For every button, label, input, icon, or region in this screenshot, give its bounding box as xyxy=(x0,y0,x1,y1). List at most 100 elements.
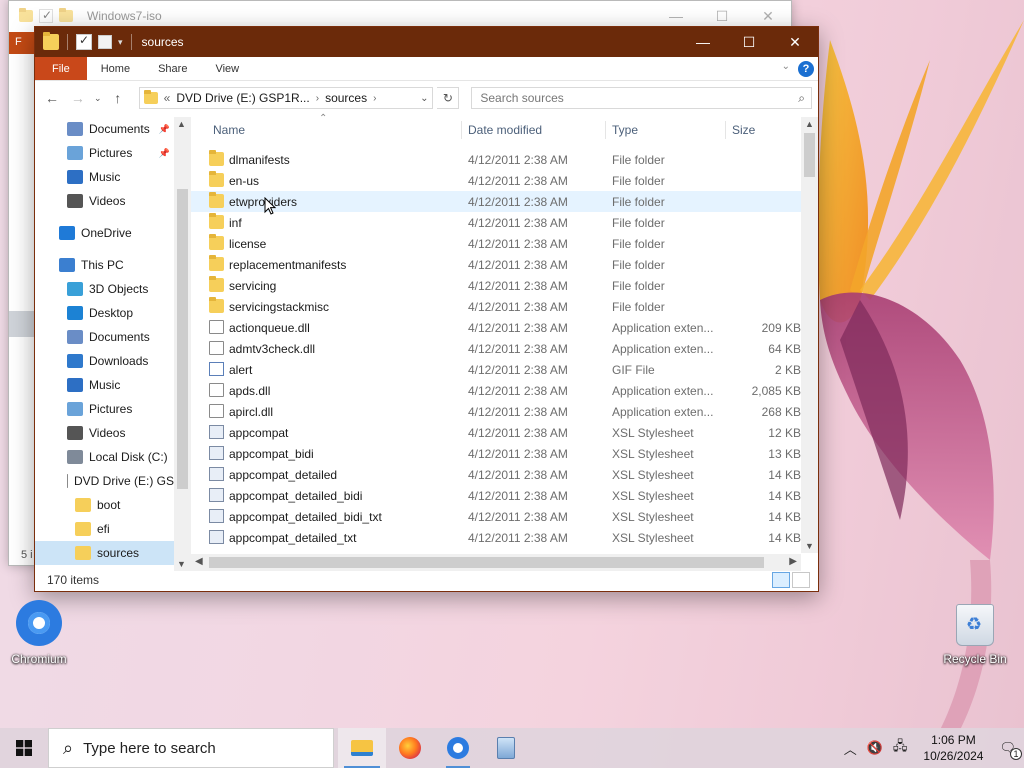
expand-ribbon-chevron-icon[interactable]: ⌄ xyxy=(782,61,790,72)
nav-item[interactable]: boot xyxy=(35,493,174,517)
file-row[interactable]: appcompat_bidi 4/12/2011 2:38 AM XSL Style… xyxy=(191,443,801,464)
nav-item[interactable]: This PC xyxy=(35,253,174,277)
taskbar-firefox[interactable] xyxy=(386,728,434,768)
desktop-icon-recycle-bin[interactable]: Recycle Bin xyxy=(938,604,1012,666)
volume-muted-icon[interactable]: 🔇 xyxy=(867,740,883,756)
file-row[interactable]: appcompat_detailed_txt 4/12/2011 2:38 AM X… xyxy=(191,527,801,548)
scroll-up-icon[interactable]: ▲ xyxy=(805,119,814,129)
background-file-tab[interactable]: F xyxy=(9,32,35,54)
tab-home[interactable]: Home xyxy=(87,57,144,80)
horizontal-scroll-thumb[interactable] xyxy=(209,557,764,568)
breadcrumb-sources[interactable]: sources xyxy=(325,91,367,105)
file-type: GIF File xyxy=(612,362,655,377)
nav-item[interactable]: 3D Objects xyxy=(35,277,174,301)
scroll-up-icon[interactable]: ▲ xyxy=(177,119,186,129)
search-input[interactable]: Search sources ⌕ xyxy=(471,87,812,109)
titlebar[interactable]: ▾ sources — ☐ ✕ xyxy=(35,27,818,57)
network-icon[interactable]: 🖧 xyxy=(893,737,908,759)
new-folder-icon[interactable] xyxy=(98,35,112,49)
taskbar-search-input[interactable]: ⌕ Type here to search xyxy=(48,728,334,768)
column-size[interactable]: Size xyxy=(726,123,755,137)
column-type[interactable]: Type xyxy=(606,123,638,137)
file-list-scrollbar[interactable]: ▲ ▼ xyxy=(801,117,818,553)
scroll-down-icon[interactable]: ▼ xyxy=(177,559,186,569)
nav-item-label: Videos xyxy=(89,426,126,440)
file-row[interactable]: en-us 4/12/2011 2:38 AM File folder xyxy=(191,170,801,191)
nav-item[interactable]: Pictures xyxy=(35,397,174,421)
file-row[interactable]: appcompat 4/12/2011 2:38 AM XSL Stylesheet… xyxy=(191,422,801,443)
address-bar[interactable]: « DVD Drive (E:) GSP1R... › sources › ⌄ xyxy=(138,87,434,109)
taskbar-file-explorer[interactable] xyxy=(338,728,386,768)
file-row[interactable]: appcompat_detailed 4/12/2011 2:38 AM XSL S… xyxy=(191,464,801,485)
desktop-icon-chromium[interactable]: Chromium xyxy=(2,600,76,666)
customize-toolbar-chevron-icon[interactable]: ▾ xyxy=(118,37,123,48)
file-list-scroll-thumb[interactable] xyxy=(804,133,815,177)
nav-item[interactable]: Documents 📌 xyxy=(35,117,174,141)
nav-item[interactable]: DVD Drive (E:) GS xyxy=(35,469,174,493)
nav-item[interactable]: Downloads xyxy=(35,349,174,373)
recent-locations-chevron-icon[interactable]: ⌄ xyxy=(93,87,103,109)
breadcrumb-dvd-drive[interactable]: DVD Drive (E:) GSP1R... xyxy=(176,91,309,105)
nav-scroll-thumb[interactable] xyxy=(177,189,188,489)
file-row[interactable]: admtv3check.dll 4/12/2011 2:38 AM Applicat… xyxy=(191,338,801,359)
details-view-icon[interactable] xyxy=(772,572,790,588)
nav-item[interactable]: Videos xyxy=(35,189,174,213)
large-icons-view-icon[interactable] xyxy=(792,572,810,588)
scroll-right-icon[interactable]: ▶ xyxy=(789,556,797,567)
scroll-down-icon[interactable]: ▼ xyxy=(805,541,814,551)
file-row[interactable]: etwproviders 4/12/2011 2:38 AM File folder xyxy=(191,191,801,212)
scroll-left-icon[interactable]: ◀ xyxy=(195,556,203,567)
nav-item[interactable]: Local Disk (C:) xyxy=(35,445,174,469)
nav-item[interactable]: Videos xyxy=(35,421,174,445)
overflow-breadcrumb-icon[interactable]: « xyxy=(164,91,171,105)
navigation-pane[interactable]: Documents 📌 Pictures 📌 Music Videos OneDrive Th… xyxy=(35,117,191,571)
column-name[interactable]: Name xyxy=(207,123,245,137)
file-row[interactable]: license 4/12/2011 2:38 AM File folder xyxy=(191,233,801,254)
column-date-modified[interactable]: Date modified xyxy=(462,123,542,137)
taskbar-chromium[interactable] xyxy=(434,728,482,768)
nav-item[interactable]: Pictures 📌 xyxy=(35,141,174,165)
file-row[interactable]: actionqueue.dll 4/12/2011 2:38 AM Applicat… xyxy=(191,317,801,338)
chevron-right-icon[interactable]: › xyxy=(373,93,376,104)
nav-item[interactable]: Music xyxy=(35,373,174,397)
file-row[interactable]: apds.dll 4/12/2011 2:38 AM Application ext… xyxy=(191,380,801,401)
tab-share[interactable]: Share xyxy=(144,57,201,80)
file-row[interactable]: servicing 4/12/2011 2:38 AM File folder xyxy=(191,275,801,296)
address-history-chevron-icon[interactable]: ⌄ xyxy=(420,93,428,104)
help-icon[interactable]: ? xyxy=(798,61,814,77)
file-row[interactable]: replacementmanifests 4/12/2011 2:38 AM Fil… xyxy=(191,254,801,275)
forward-arrow-icon[interactable]: → xyxy=(67,87,89,109)
minimize-button[interactable]: — xyxy=(680,27,726,57)
file-row[interactable]: servicingstackmisc 4/12/2011 2:38 AM File … xyxy=(191,296,801,317)
notifications-icon[interactable]: 🗨 1 xyxy=(999,740,1022,760)
nav-item[interactable]: Desktop xyxy=(35,301,174,325)
nav-item[interactable]: efi xyxy=(35,517,174,541)
start-button[interactable] xyxy=(0,728,48,768)
nav-item[interactable]: Music xyxy=(35,165,174,189)
close-button[interactable]: ✕ xyxy=(772,27,818,57)
pin-icon: 📌 xyxy=(158,147,170,158)
file-row[interactable]: appcompat_detailed_bidi_txt 4/12/2011 2:3… xyxy=(191,506,801,527)
file-row[interactable]: apircl.dll 4/12/2011 2:38 AM Application e… xyxy=(191,401,801,422)
folder-icon xyxy=(75,498,91,512)
file-row[interactable]: inf 4/12/2011 2:38 AM File folder xyxy=(191,212,801,233)
nav-item[interactable]: Documents xyxy=(35,325,174,349)
nav-item[interactable]: sources xyxy=(35,541,174,565)
up-arrow-icon[interactable]: ↑ xyxy=(107,87,129,109)
nav-item[interactable]: OneDrive xyxy=(35,221,174,245)
back-arrow-icon[interactable]: ← xyxy=(41,87,63,109)
explorer-window[interactable]: ▾ sources — ☐ ✕ File Home Share View ⌄ ?… xyxy=(34,26,819,592)
tab-view[interactable]: View xyxy=(201,57,253,80)
nav-scrollbar[interactable]: ▲ ▼ xyxy=(174,117,191,571)
taskbar-installer[interactable] xyxy=(482,728,530,768)
show-hidden-icons-chevron-icon[interactable]: ︿ xyxy=(844,739,857,758)
file-row[interactable]: appcompat_detailed_bidi 4/12/2011 2:38 AM… xyxy=(191,485,801,506)
file-row[interactable]: dlmanifests 4/12/2011 2:38 AM File folder xyxy=(191,149,801,170)
properties-icon[interactable] xyxy=(76,33,92,50)
maximize-button[interactable]: ☐ xyxy=(726,27,772,57)
file-row[interactable]: alert 4/12/2011 2:38 AM GIF File 2 KB xyxy=(191,359,801,380)
chevron-right-icon[interactable]: › xyxy=(316,93,319,104)
refresh-button[interactable]: ↻ xyxy=(437,87,460,109)
clock[interactable]: 1:06 PM 10/26/2024 xyxy=(917,732,989,764)
tab-file[interactable]: File xyxy=(35,57,87,80)
